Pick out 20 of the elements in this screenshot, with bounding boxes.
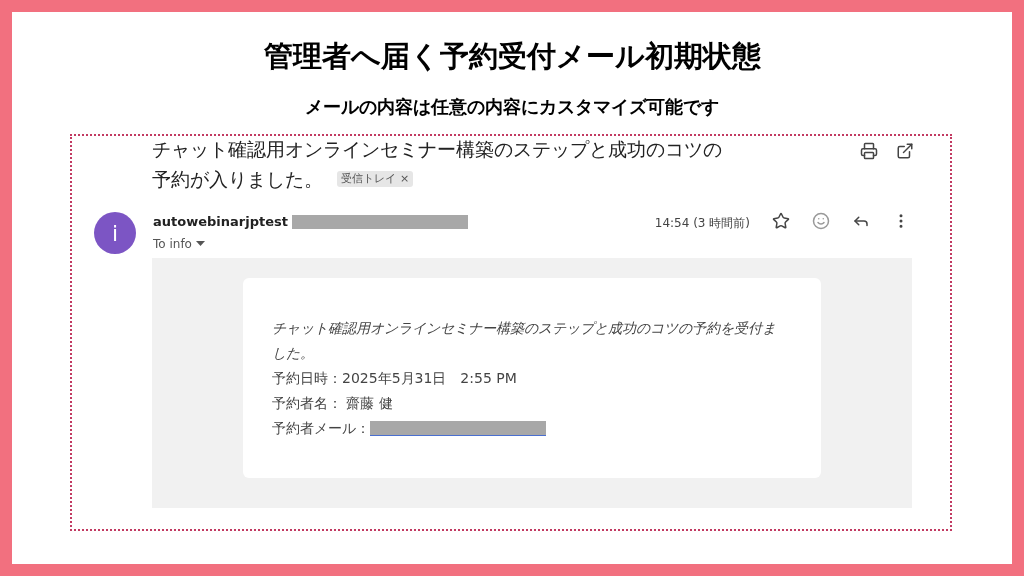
sender-avatar: i <box>94 212 136 254</box>
message-line: 予約者名： 齋藤 健 <box>272 394 393 413</box>
remove-label-button[interactable]: × <box>400 171 410 187</box>
emoji-icon[interactable] <box>812 212 830 230</box>
label-text: 受信トレイ <box>341 171 396 187</box>
slide-subtitle: メールの内容は任意の内容にカスタマイズ可能です <box>305 95 719 119</box>
sender-name: autowebinarjptest <box>153 213 288 231</box>
star-icon[interactable] <box>772 212 790 230</box>
caret-icon <box>195 241 205 246</box>
inbox-label[interactable]: 受信トレイ × <box>337 171 414 187</box>
message-line: 予約者メール： <box>272 419 370 438</box>
message-intro: チャット確認用オンラインセミナー構築のステップと成功のコツの予約を受付ました。 <box>272 319 777 363</box>
slide-title: 管理者へ届く予約受付メール初期状態 <box>263 38 761 75</box>
email-time: 14:54 (3 時間前) <box>654 215 750 232</box>
email-subject: 予約が入りました。 <box>152 167 323 192</box>
email-subject: チャット確認用オンラインセミナー構築のステップと成功のコツの <box>152 137 722 162</box>
message-line: 予約日時：2025年5月31日 2:55 PM <box>272 369 517 388</box>
open-external-icon[interactable] <box>896 142 914 160</box>
print-icon[interactable] <box>860 142 878 160</box>
recipient-dropdown[interactable]: To info <box>153 234 468 253</box>
